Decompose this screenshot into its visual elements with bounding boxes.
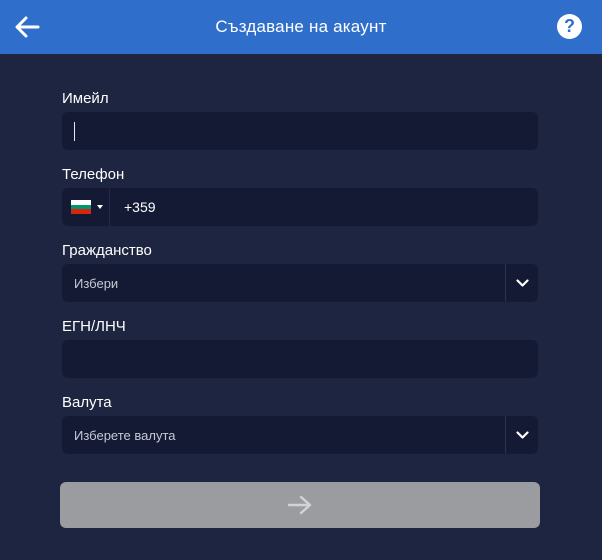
help-button[interactable]: ? [557, 14, 582, 39]
back-button[interactable] [12, 12, 42, 42]
phone-field[interactable]: +359 [62, 188, 538, 226]
chevron-down-icon [515, 430, 529, 439]
continue-button[interactable] [60, 482, 540, 528]
country-code-selector[interactable] [62, 188, 110, 226]
currency-select[interactable]: Изберете валута [62, 416, 538, 454]
email-field[interactable] [62, 112, 538, 150]
currency-placeholder: Изберете валута [74, 428, 176, 443]
email-label: Имейл [62, 90, 109, 107]
citizenship-dropdown-toggle[interactable] [505, 264, 538, 302]
bulgaria-flag-icon [71, 200, 91, 215]
egn-field[interactable] [62, 340, 538, 378]
citizenship-select[interactable]: Избери [62, 264, 538, 302]
app-header: Създаване на акаунт ? [0, 0, 602, 54]
phone-country-code: +359 [124, 199, 156, 215]
currency-dropdown-toggle[interactable] [505, 416, 538, 454]
phone-label: Телефон [62, 166, 125, 183]
text-cursor [74, 122, 75, 141]
currency-label: Валута [62, 394, 112, 411]
citizenship-placeholder: Избери [74, 276, 119, 291]
chevron-down-icon [515, 278, 529, 287]
arrow-left-icon [15, 16, 40, 38]
caret-down-icon [97, 205, 103, 209]
egn-label: ЕГН/ЛНЧ [62, 318, 126, 335]
citizenship-label: Гражданство [62, 242, 152, 259]
page-title: Създаване на акаунт [215, 17, 387, 36]
arrow-right-icon [287, 495, 312, 515]
question-circle-icon: ? [564, 16, 575, 36]
